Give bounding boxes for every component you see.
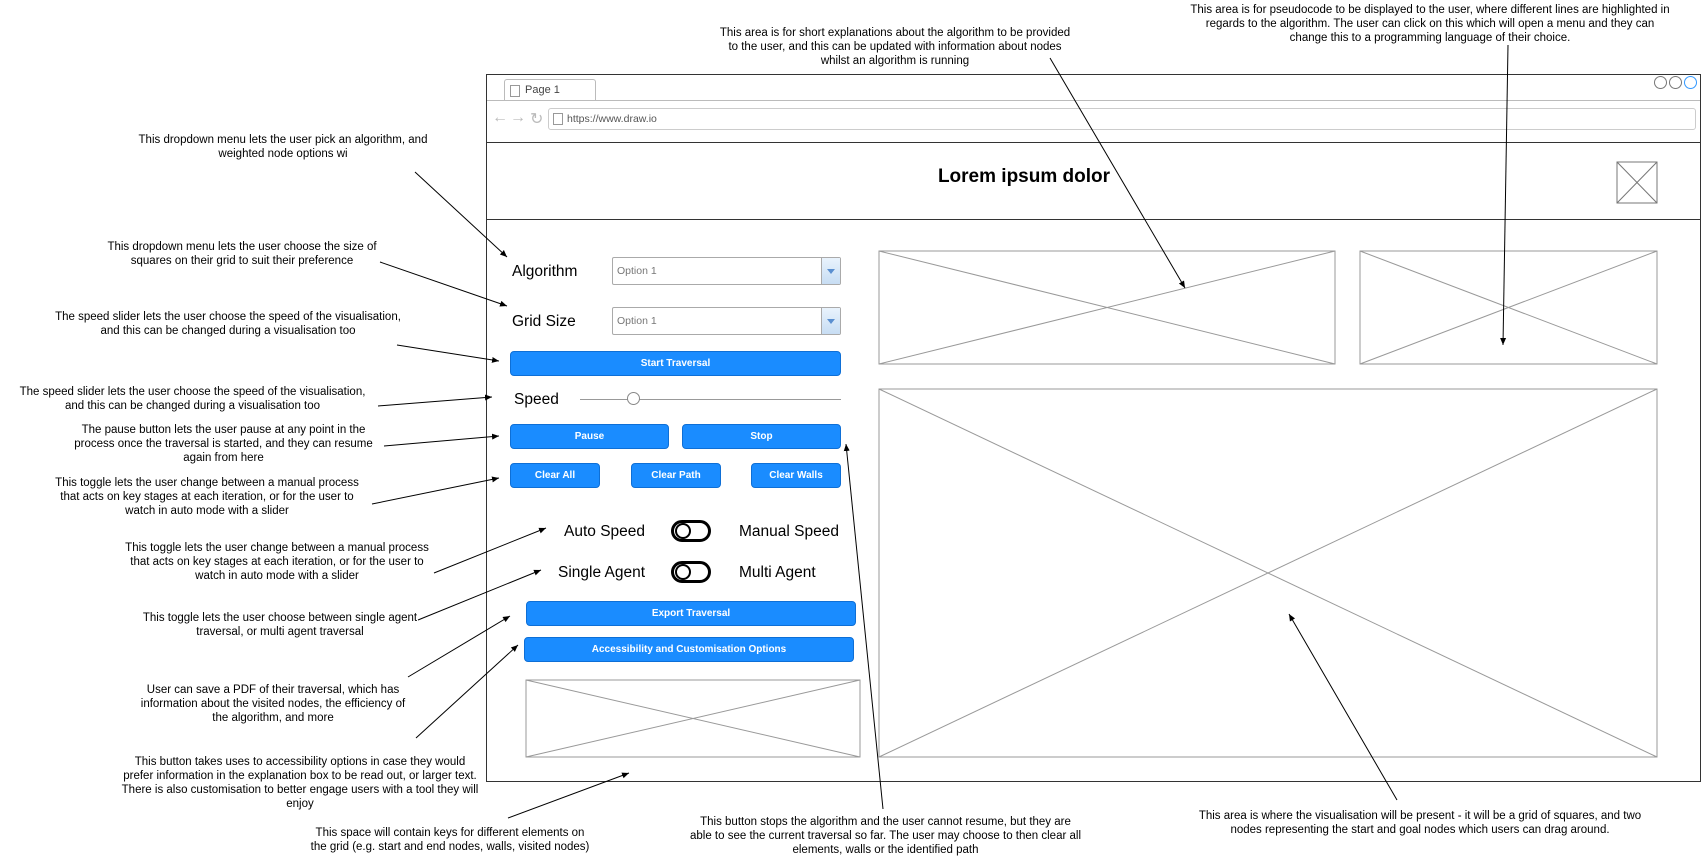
arrow-explanation	[1049, 57, 1186, 289]
arrow-clear	[371, 476, 500, 505]
arrow-toggle-speed	[433, 527, 547, 574]
arrow-visualisation	[1288, 613, 1398, 801]
note-explanation-area: This area is for short explanations abou…	[719, 27, 1071, 67]
note-pseudocode-area: This area is for pseudocode to be displa…	[1190, 4, 1670, 44]
note-stop-button: This button stops the algorithm and the …	[690, 816, 1081, 856]
note-accessibility: This button takes uses to accessibility …	[121, 756, 479, 810]
note-speed-slider-1: The speed slider lets the user choose th…	[55, 311, 401, 337]
note-toggle-2: This toggle lets the user change between…	[125, 542, 429, 582]
note-agent-toggle: This toggle lets the user choose between…	[142, 612, 418, 638]
note-algorithm-dropdown: This dropdown menu lets the user pick an…	[138, 134, 428, 160]
note-toggle-1: This toggle lets the user change between…	[55, 477, 359, 517]
arrow-keys	[507, 772, 630, 819]
arrow-accessibility	[415, 644, 519, 739]
note-export: User can save a PDF of their traversal, …	[140, 684, 406, 724]
arrow-grid-size	[379, 261, 508, 307]
arrow-pause	[383, 433, 500, 447]
note-visualisation-area: This area is where the visualisation wil…	[1198, 810, 1642, 836]
note-grid-dropdown: This dropdown menu lets the user choose …	[107, 241, 377, 267]
arrow-export	[407, 615, 511, 678]
arrow-pseudocode	[1500, 44, 1509, 346]
arrow-start	[396, 344, 500, 363]
arrow-speed	[377, 394, 493, 407]
note-keys-space: This space will contain keys for differe…	[310, 827, 590, 853]
arrow-algorithm	[414, 171, 508, 258]
note-pause-button: The pause button lets the user pause at …	[74, 424, 373, 464]
note-speed-slider-2: The speed slider lets the user choose th…	[19, 386, 366, 412]
arrow-toggle-agent	[417, 569, 542, 621]
arrow-stop	[843, 443, 884, 810]
